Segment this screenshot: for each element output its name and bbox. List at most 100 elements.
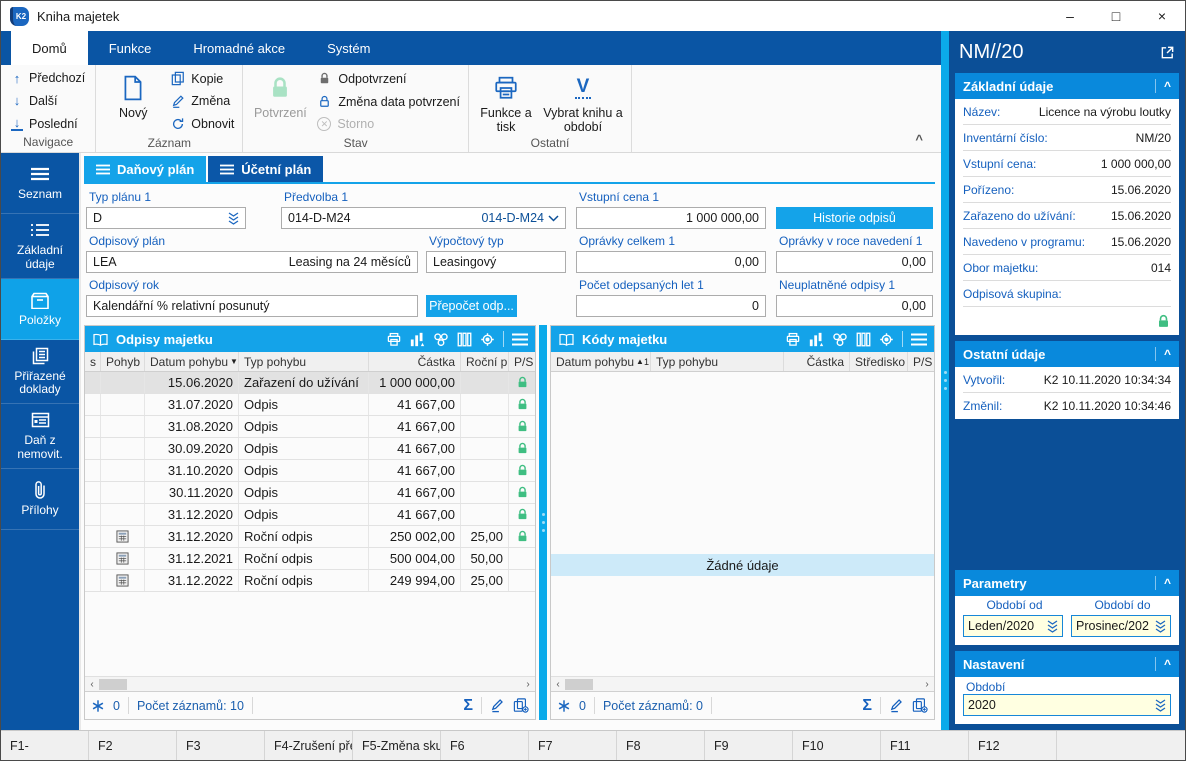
table-row[interactable]: 31.08.2020 Odpis 41 667,00: [85, 416, 535, 438]
maximize-button[interactable]: □: [1093, 1, 1139, 31]
scroll-left-icon[interactable]: ‹: [85, 679, 99, 690]
section-header-parametry[interactable]: Parametry ^: [955, 570, 1179, 596]
fkey-f5[interactable]: F5-Změna sku...: [353, 731, 441, 760]
table-row[interactable]: 31.12.2022 Roční odpis 249 994,00 25,00: [85, 570, 535, 592]
sidebar-item-prirazene-doklady[interactable]: Přiřazené doklady: [1, 340, 79, 405]
table-row[interactable]: 30.09.2020 Odpis 41 667,00: [85, 438, 535, 460]
fkey-f12[interactable]: F12: [969, 731, 1057, 760]
table-row[interactable]: 31.10.2020 Odpis 41 667,00: [85, 460, 535, 482]
horizontal-scrollbar[interactable]: ‹ ›: [85, 676, 535, 691]
scroll-thumb[interactable]: [565, 678, 593, 690]
columns-icon[interactable]: [856, 332, 871, 347]
ribbon-tab-system[interactable]: Systém: [306, 31, 391, 65]
ribbon-tab-domu[interactable]: Domů: [11, 31, 88, 65]
ribbon-tab-funkce[interactable]: Funkce: [88, 31, 173, 65]
sidebar-item-zakladni-udaje[interactable]: Základní údaje: [1, 214, 79, 279]
column-header[interactable]: s: [85, 352, 101, 371]
section-header-zakladni-udaje[interactable]: Základní údaje ^: [955, 73, 1179, 99]
chart-icon[interactable]: [410, 332, 425, 347]
historie-odpisu-button[interactable]: Historie odpisů: [776, 207, 933, 229]
copy-add-icon[interactable]: [912, 698, 928, 713]
change-confirm-date-button[interactable]: Změna data potvrzení: [317, 94, 460, 109]
column-header[interactable]: P/S: [908, 352, 934, 371]
copy-button[interactable]: Kopie: [170, 71, 234, 86]
table-row[interactable]: 31.12.2021 Roční odpis 500 004,00 50,00: [85, 548, 535, 570]
fkey-f9[interactable]: F9: [705, 731, 793, 760]
table-row[interactable]: 30.11.2020 Odpis 41 667,00: [85, 482, 535, 504]
collapse-chevron-icon[interactable]: ^: [1154, 347, 1171, 361]
odpisovy-plan-field[interactable]: LEA Leasing na 24 měsíců: [86, 251, 418, 273]
last-button[interactable]: ↓ Poslední: [11, 116, 85, 131]
collapse-chevron-icon[interactable]: ^: [1154, 576, 1171, 590]
column-header[interactable]: Typ pohybu: [651, 352, 784, 371]
select-book-period-button[interactable]: V Vybrat knihu a období: [541, 69, 625, 135]
open-external-icon[interactable]: [1160, 45, 1175, 60]
sidebar-item-prilohy[interactable]: Přílohy: [1, 469, 79, 530]
columns-icon[interactable]: [457, 332, 472, 347]
sidebar-item-seznam[interactable]: Seznam: [1, 153, 79, 214]
horizontal-scrollbar[interactable]: ‹ ›: [551, 676, 934, 691]
sidebar-item-dan-z-nemovit[interactable]: Daň z nemovit.: [1, 404, 79, 469]
triple-chevron-icon[interactable]: [228, 211, 239, 225]
fkey-f6[interactable]: F6: [441, 731, 529, 760]
menu-icon[interactable]: [512, 333, 528, 346]
pocet-odepsanych-let-field[interactable]: 0: [576, 295, 766, 317]
functions-print-button[interactable]: Funkce a tisk: [475, 69, 537, 135]
fkey-f8[interactable]: F8: [617, 731, 705, 760]
previous-button[interactable]: ↑ Předchozí: [11, 71, 86, 85]
cancel-button[interactable]: ✕ Storno: [317, 117, 460, 131]
asterisk-icon[interactable]: [557, 699, 571, 713]
sidebar-item-polozky[interactable]: Položky: [1, 278, 79, 340]
edit-icon[interactable]: [490, 698, 505, 713]
fkey-f10[interactable]: F10: [793, 731, 881, 760]
edit-icon[interactable]: [889, 698, 904, 713]
fkey-f11[interactable]: F11: [881, 731, 969, 760]
refresh-button[interactable]: Obnovit: [170, 116, 234, 131]
sum-icon[interactable]: Σ: [862, 697, 872, 714]
panel-splitter[interactable]: [941, 31, 949, 730]
change-button[interactable]: Změna: [170, 94, 234, 109]
new-button[interactable]: Nový: [102, 69, 164, 135]
gears-icon[interactable]: [433, 332, 449, 347]
vstupni-cena-field[interactable]: 1 000 000,00: [576, 207, 766, 229]
column-header[interactable]: Částka: [784, 352, 850, 371]
vypoctovy-typ-field[interactable]: Leasingový: [426, 251, 566, 273]
section-header-nastaveni[interactable]: Nastavení ^: [955, 651, 1179, 677]
ribbon-collapse-icon[interactable]: ^: [915, 133, 923, 146]
triple-chevron-icon[interactable]: [1155, 619, 1166, 633]
fkey-f1[interactable]: F1-: [1, 731, 89, 760]
scroll-right-icon[interactable]: ›: [920, 679, 934, 690]
scroll-thumb[interactable]: [99, 678, 127, 690]
tab-ucetni-plan[interactable]: Účetní plán: [208, 156, 324, 182]
copy-add-icon[interactable]: [513, 698, 529, 713]
fkey-f2[interactable]: F2: [89, 731, 177, 760]
fkey-f3[interactable]: F3: [177, 731, 265, 760]
column-header[interactable]: Středisko: [850, 352, 908, 371]
triple-chevron-icon[interactable]: [1155, 698, 1166, 712]
prepocet-button[interactable]: Přepočet odp...: [426, 295, 517, 317]
table-row[interactable]: 15.06.2020 Zařazení do užívání 1 000 000…: [85, 372, 535, 394]
collapse-chevron-icon[interactable]: ^: [1154, 657, 1171, 671]
odpisovy-rok-field[interactable]: Kalendářní % relativní posunutý: [86, 295, 418, 317]
obdobi-do-dropdown[interactable]: Prosinec/202: [1071, 615, 1171, 637]
chevron-down-icon[interactable]: [548, 214, 559, 222]
asterisk-icon[interactable]: [91, 699, 105, 713]
obdobi-od-dropdown[interactable]: Leden/2020: [963, 615, 1063, 637]
minimize-button[interactable]: –: [1047, 1, 1093, 31]
chart-icon[interactable]: [809, 332, 824, 347]
column-header[interactable]: P/S: [509, 352, 535, 371]
column-header[interactable]: Datum pohybu ▲ 1: [551, 352, 651, 371]
menu-icon[interactable]: [911, 333, 927, 346]
collapse-chevron-icon[interactable]: ^: [1154, 79, 1171, 93]
table-row[interactable]: 31.07.2020 Odpis 41 667,00: [85, 394, 535, 416]
section-header-ostatni-udaje[interactable]: Ostatní údaje ^: [955, 341, 1179, 367]
sum-icon[interactable]: Σ: [463, 697, 473, 714]
column-header[interactable]: Datum pohybu▼1: [145, 352, 239, 371]
confirm-button[interactable]: Potvrzení: [249, 69, 311, 135]
obdobi-dropdown[interactable]: 2020: [963, 694, 1171, 716]
next-button[interactable]: ↓ Další: [11, 94, 85, 108]
typ-planu-field[interactable]: D: [86, 207, 246, 229]
ribbon-tab-hromadne-akce[interactable]: Hromadné akce: [172, 31, 306, 65]
fkey-f4[interactable]: F4-Zrušení pře...: [265, 731, 353, 760]
tab-danovy-plan[interactable]: Daňový plán: [84, 156, 207, 182]
